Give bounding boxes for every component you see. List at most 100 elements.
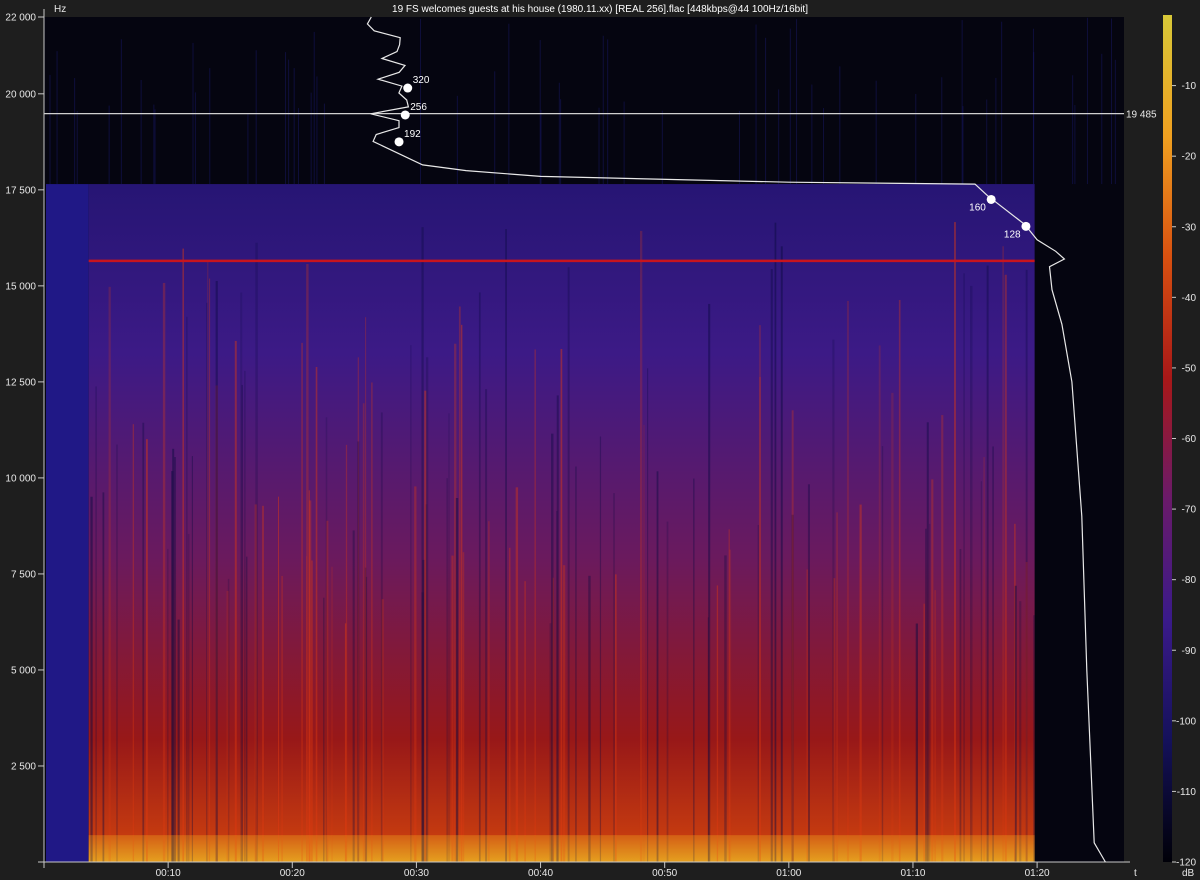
- hf-streak: [1114, 59, 1116, 185]
- transient-streak: [1004, 274, 1007, 862]
- transient-streak: [244, 370, 246, 862]
- transient-streak: [560, 348, 563, 862]
- hf-streak: [194, 92, 196, 185]
- hf-streak: [778, 89, 780, 185]
- transient-streak: [647, 368, 649, 862]
- hf-streak: [1072, 75, 1074, 185]
- transient-streak: [455, 498, 459, 862]
- transient-streak: [311, 560, 313, 862]
- transient-streak: [177, 619, 180, 862]
- transient-streak: [758, 325, 762, 863]
- transient-streak: [277, 496, 280, 862]
- hf-streak: [298, 108, 300, 185]
- transient-streak: [182, 248, 185, 862]
- hf-streak: [811, 84, 813, 185]
- transient-streak: [410, 345, 412, 863]
- colorbar-tick-label: -110: [1177, 787, 1197, 798]
- transient-streak: [462, 552, 465, 862]
- y-tick-label: 15 000: [5, 281, 36, 292]
- hf-streak: [560, 99, 562, 185]
- hf-streak: [56, 51, 58, 185]
- transient-streak: [986, 265, 989, 862]
- transient-streak: [1033, 615, 1035, 862]
- colorbar-tick-label: -100: [1176, 716, 1196, 727]
- transient-streak: [923, 603, 925, 862]
- transient-streak: [116, 444, 118, 862]
- transient-streak: [954, 222, 956, 862]
- colorbar-tick-label: -20: [1182, 152, 1197, 163]
- x-tick-label: 00:30: [404, 868, 429, 879]
- transient-streak: [833, 578, 836, 862]
- transient-streak: [1002, 246, 1004, 863]
- transient-streak: [174, 457, 177, 862]
- transient-streak: [226, 590, 229, 862]
- transient-streak: [878, 345, 881, 862]
- bitrate-label-160: 160: [969, 202, 986, 213]
- transient-streak: [146, 439, 148, 862]
- transient-streak: [364, 317, 367, 862]
- colorbar-tick-label: -90: [1182, 646, 1197, 657]
- hf-streak: [1101, 53, 1103, 185]
- transient-streak: [639, 230, 643, 862]
- transient-streak: [301, 342, 303, 862]
- transient-streak: [534, 349, 536, 863]
- transient-streak: [90, 496, 93, 862]
- hf-streak: [1110, 18, 1112, 185]
- transient-streak: [209, 278, 211, 862]
- colorbar-tick-label: -50: [1182, 363, 1197, 374]
- transient-streak: [551, 433, 554, 862]
- x-tick-label: 00:10: [156, 868, 181, 879]
- y-tick-label: 2 500: [11, 761, 36, 772]
- hf-streak: [995, 77, 997, 185]
- transient-streak: [448, 413, 450, 862]
- hf-streak: [738, 111, 740, 185]
- transient-streak: [615, 574, 617, 862]
- hf-streak: [598, 107, 600, 185]
- spectrogram-chart: 19 485 2 500 5 000 7 500 10 000 12 500 15 000…: [5, 4, 1197, 879]
- transient-streak: [859, 504, 862, 862]
- transient-streak: [425, 357, 429, 862]
- colorbar-tick-label: -80: [1182, 575, 1197, 586]
- hf-streak: [661, 110, 663, 185]
- hf-streak: [456, 95, 458, 185]
- transient-streak: [992, 446, 994, 862]
- hf-streak: [1086, 17, 1088, 185]
- transient-streak: [643, 424, 645, 862]
- transient-streak: [780, 246, 783, 862]
- colorbar-tick-label: -40: [1182, 293, 1197, 304]
- transient-streak: [791, 410, 794, 862]
- transient-streak: [959, 549, 962, 862]
- y-tick-label: 22 000: [5, 13, 36, 24]
- transient-streak: [970, 285, 973, 863]
- transient-streak: [371, 382, 373, 862]
- transient-streak: [352, 530, 355, 862]
- bitrate-marker-256: [400, 110, 410, 120]
- hf-streak: [755, 24, 757, 185]
- transient-streak: [162, 282, 166, 863]
- transient-streak: [167, 548, 169, 862]
- transient-streak: [485, 389, 488, 862]
- hf-streak: [255, 50, 257, 185]
- transient-streak: [556, 395, 559, 862]
- chart-title: 19 FS welcomes guests at his house (1980…: [392, 4, 808, 15]
- low-freq-band: [88, 835, 1035, 862]
- transient-streak: [963, 273, 965, 863]
- hf-streak: [120, 39, 122, 185]
- hf-streak: [140, 80, 142, 185]
- hf-streak: [540, 110, 542, 185]
- transient-streak: [108, 286, 111, 862]
- hf-streak: [607, 39, 609, 185]
- transient-streak: [308, 500, 312, 862]
- transient-streak: [562, 565, 566, 862]
- hf-streak: [822, 108, 824, 185]
- y-tick-label: 5 000: [11, 665, 36, 676]
- hf-streak: [558, 82, 560, 185]
- hf-streak: [209, 68, 211, 185]
- transient-streak: [323, 597, 325, 862]
- transient-streak: [716, 585, 719, 862]
- x-tick-label: 00:20: [280, 868, 305, 879]
- transient-streak: [928, 523, 931, 862]
- transient-streak: [488, 521, 490, 862]
- colorbar-tick-label: -30: [1182, 222, 1197, 233]
- y-tick-label: 17 500: [5, 185, 36, 196]
